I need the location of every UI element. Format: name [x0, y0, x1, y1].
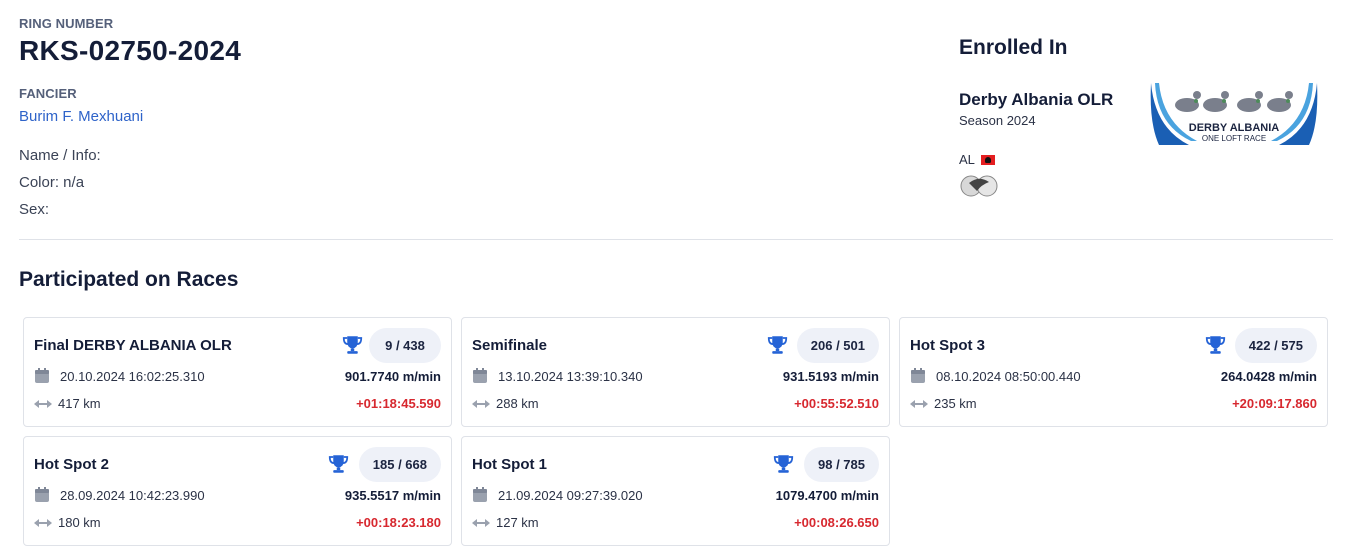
- race-title: Hot Spot 3: [910, 337, 985, 354]
- ring-number-label: RING NUMBER: [19, 16, 114, 31]
- country-code: AL: [959, 152, 975, 167]
- race-distance-row: 127 km: [472, 515, 539, 530]
- logo-title: DERBY ALBANIA: [1189, 122, 1280, 134]
- race-distance-row: 235 km: [910, 396, 977, 411]
- calendar-icon: [473, 487, 487, 502]
- race-time-delta: +00:18:23.180: [356, 515, 441, 530]
- color-info: Color: n/a: [19, 174, 85, 191]
- distance-arrows-icon: [472, 399, 490, 408]
- organization-logo-icon: [960, 175, 998, 197]
- race-date-row: 13.10.2024 13:39:10.340: [472, 368, 643, 384]
- race-distance: 288 km: [496, 396, 539, 411]
- distance-arrows-icon: [34, 399, 52, 408]
- rank-badge: 185 / 668: [358, 447, 441, 482]
- trophy-icon: [1205, 336, 1226, 354]
- calendar-icon: [911, 368, 925, 383]
- race-distance: 417 km: [58, 396, 101, 411]
- albania-flag-icon: [980, 154, 995, 165]
- name-info: Name / Info:: [19, 147, 101, 164]
- race-datetime: 08.10.2024 08:50:00.440: [936, 368, 1081, 384]
- logo-subtitle: ONE LOFT RACE: [1202, 134, 1266, 143]
- race-distance: 180 km: [58, 515, 101, 530]
- race-title: Hot Spot 1: [472, 456, 547, 473]
- calendar-icon: [35, 368, 49, 383]
- race-card[interactable]: Hot Spot 1 98 / 785 21.09.2024 09:27:39.…: [461, 436, 890, 546]
- race-speed: 935.5517 m/min: [344, 488, 441, 503]
- race-card[interactable]: Hot Spot 3 422 / 575 08.10.2024 08:50:00…: [899, 317, 1328, 427]
- race-speed: 1079.4700 m/min: [775, 488, 879, 503]
- race-date-row: 20.10.2024 16:02:25.310: [34, 368, 205, 384]
- race-speed: 901.7740 m/min: [344, 369, 441, 384]
- race-date-row: 21.09.2024 09:27:39.020: [472, 487, 643, 503]
- fancier-link[interactable]: Burim F. Mexhuani: [19, 108, 619, 125]
- section-divider: [19, 239, 1333, 240]
- sex-info: Sex:: [19, 201, 50, 218]
- rank-badge: 422 / 575: [1234, 328, 1317, 363]
- season-label: Season 2024: [959, 113, 1036, 128]
- bird-info: RING NUMBER RKS-02750-2024 FANCIER Burim…: [19, 16, 619, 228]
- race-distance-row: 288 km: [472, 396, 539, 411]
- trophy-icon: [767, 336, 788, 354]
- race-datetime: 13.10.2024 13:39:10.340: [498, 368, 643, 384]
- enrolled-race-link[interactable]: Derby Albania OLR: [959, 90, 1113, 110]
- races-section-title: Participated on Races: [19, 268, 239, 291]
- trophy-icon: [328, 455, 349, 473]
- rank-badge: 9 / 438: [369, 328, 441, 363]
- race-date-row: 28.09.2024 10:42:23.990: [34, 487, 205, 503]
- race-time-delta: +00:08:26.650: [794, 515, 879, 530]
- race-title: Semifinale: [472, 337, 548, 354]
- ring-number: RKS-02750-2024: [19, 35, 242, 66]
- race-time-delta: +01:18:45.590: [356, 396, 441, 411]
- race-speed: 264.0428 m/min: [1220, 369, 1317, 384]
- enrolled-panel: Enrolled In Derby Albania OLR Season 202…: [959, 36, 1329, 197]
- race-datetime: 28.09.2024 10:42:23.990: [60, 487, 205, 503]
- race-card[interactable]: Final DERBY ALBANIA OLR 9 / 438 20.10.20…: [23, 317, 452, 427]
- fancier-label: FANCIER: [19, 86, 77, 101]
- distance-arrows-icon: [472, 518, 490, 527]
- race-distance-row: 180 km: [34, 515, 101, 530]
- trophy-icon: [773, 455, 794, 473]
- race-speed: 931.5193 m/min: [782, 369, 879, 384]
- race-card[interactable]: Semifinale 206 / 501 13.10.2024 13:39:10…: [461, 317, 890, 427]
- country: AL: [959, 152, 995, 167]
- calendar-icon: [473, 368, 487, 383]
- race-title: Hot Spot 2: [34, 456, 109, 473]
- distance-arrows-icon: [34, 518, 52, 527]
- race-distance: 235 km: [934, 396, 977, 411]
- rank-badge: 98 / 785: [804, 447, 879, 482]
- race-datetime: 21.09.2024 09:27:39.020: [498, 487, 643, 503]
- trophy-icon: [342, 336, 363, 354]
- rank-badge: 206 / 501: [796, 328, 879, 363]
- race-card[interactable]: Hot Spot 2 185 / 668 28.09.2024 10:42:23…: [23, 436, 452, 546]
- distance-arrows-icon: [910, 399, 928, 408]
- derby-albania-logo[interactable]: DERBY ALBANIA ONE LOFT RACE: [1149, 83, 1319, 146]
- race-title: Final DERBY ALBANIA OLR: [34, 337, 232, 354]
- race-date-row: 08.10.2024 08:50:00.440: [910, 368, 1081, 384]
- race-time-delta: +20:09:17.860: [1232, 396, 1317, 411]
- race-distance-row: 417 km: [34, 396, 101, 411]
- race-time-delta: +00:55:52.510: [794, 396, 879, 411]
- race-datetime: 20.10.2024 16:02:25.310: [60, 368, 205, 384]
- race-distance: 127 km: [496, 515, 539, 530]
- calendar-icon: [35, 487, 49, 502]
- enrolled-title: Enrolled In: [959, 36, 1068, 59]
